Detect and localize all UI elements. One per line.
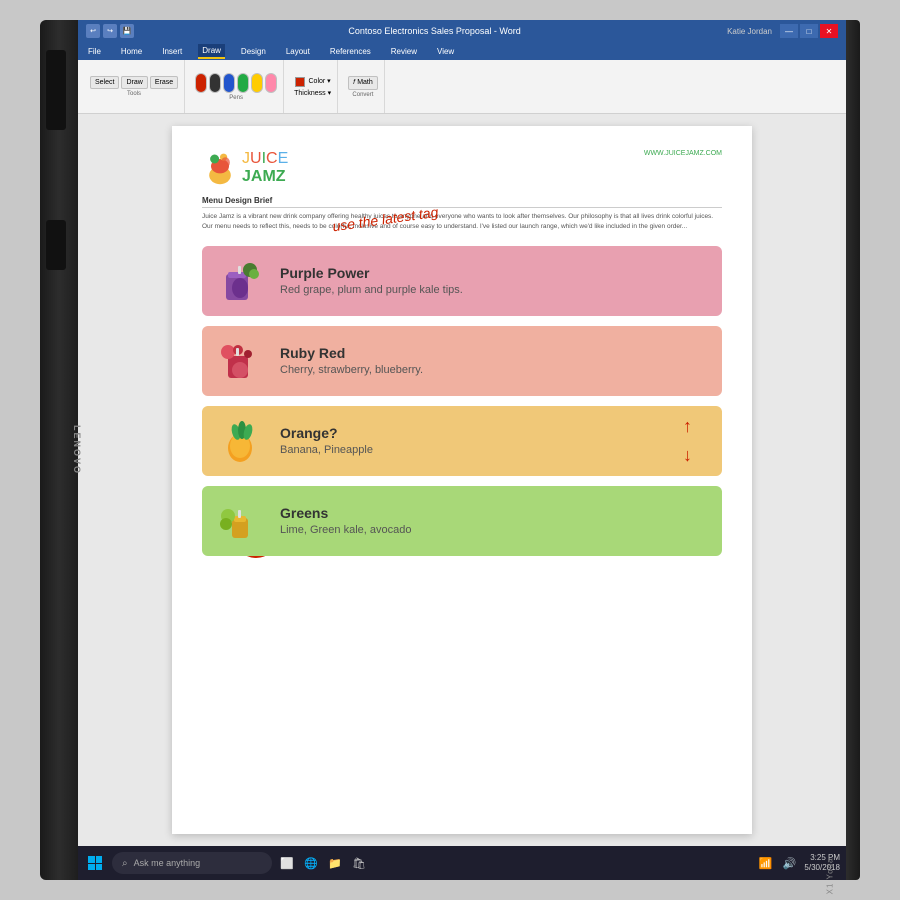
right-bezel xyxy=(846,20,860,880)
ink-to-math[interactable]: 𝑓 Math xyxy=(348,76,378,90)
tools-label: Tools xyxy=(127,91,141,97)
black-pen[interactable] xyxy=(209,73,221,93)
user-name: Katie Jordan xyxy=(727,27,772,36)
search-text: Ask me anything xyxy=(134,858,201,868)
redo-icon[interactable]: ↪ xyxy=(103,24,117,38)
undo-icon[interactable]: ↩ xyxy=(86,24,100,38)
tab-design[interactable]: Design xyxy=(237,45,270,58)
orange-desc: Banana, Pineapple xyxy=(280,444,708,456)
tab-review[interactable]: Review xyxy=(387,45,421,58)
title-bar: ↩ ↪ 💾 Contoso Electronics Sales Proposal… xyxy=(78,20,846,42)
greens-icon xyxy=(216,496,266,546)
purple-power-icon xyxy=(216,256,266,306)
thickness-label: Thickness ▾ xyxy=(294,89,331,97)
logo-area: JUICE JAMZ WWW.JUICEJAMZ.COM xyxy=(202,150,722,186)
green-pen[interactable] xyxy=(237,73,249,93)
tab-layout[interactable]: Layout xyxy=(282,45,314,58)
file-explorer-icon[interactable]: 📁 xyxy=(326,854,344,872)
select-tool[interactable]: Select xyxy=(90,76,119,89)
greens-content: Greens Lime, Green kale, avocado xyxy=(280,505,708,536)
close-button[interactable]: ✕ xyxy=(820,24,838,38)
screen-content: ↩ ↪ 💾 Contoso Electronics Sales Proposal… xyxy=(78,20,846,880)
volume-icon[interactable]: 🔊 xyxy=(780,854,798,872)
menu-item-orange: Orange? Banana, Pineapple ↑ ↓ xyxy=(202,406,722,476)
start-button[interactable] xyxy=(84,852,106,874)
menu-item-greens: Greens Lime, Green kale, avocado xyxy=(202,486,722,556)
menu-items-list: Purple Power Red grape, plum and purple … xyxy=(202,246,722,556)
search-bar[interactable]: ⌕ Ask me anything xyxy=(112,852,272,874)
logo-jamz: JAMZ xyxy=(242,168,288,186)
logo-text: JUICE JAMZ xyxy=(242,150,288,186)
system-time: 3:25 PM 5/30/2018 xyxy=(804,853,840,874)
ruby-red-desc: Cherry, strawberry, blueberry. xyxy=(280,364,708,376)
brief-title: Menu Design Brief xyxy=(202,196,722,208)
tools-group: Select Draw Erase Tools xyxy=(84,60,185,113)
minimize-button[interactable]: — xyxy=(780,24,798,38)
brand-label: LENOVO xyxy=(72,425,82,475)
tab-draw[interactable]: Draw xyxy=(198,44,225,59)
brief-body: Juice Jamz is a vibrant new drink compan… xyxy=(202,212,722,232)
pens-label: Pens xyxy=(229,95,243,101)
orange-title: Orange? xyxy=(280,425,708,441)
clock-date: 5/30/2018 xyxy=(804,863,840,873)
color-group: Color ▾ Thickness ▾ xyxy=(288,60,338,113)
model-label: X1 Yoga xyxy=(826,858,835,895)
ribbon-tabs: File Home Insert Draw Design Layout Refe… xyxy=(78,42,846,60)
convert-label: Convert xyxy=(352,92,373,98)
document-area[interactable]: JUICE JAMZ WWW.JUICEJAMZ.COM use the lat… xyxy=(78,114,846,846)
document-page: JUICE JAMZ WWW.JUICEJAMZ.COM use the lat… xyxy=(172,126,752,834)
red-pen[interactable] xyxy=(195,73,207,93)
purple-power-title: Purple Power xyxy=(280,265,708,281)
erase-tool[interactable]: Erase xyxy=(150,76,178,89)
store-icon[interactable]: 🛍 xyxy=(350,854,368,872)
purple-power-desc: Red grape, plum and purple kale tips. xyxy=(280,284,708,296)
pens-group: Pens xyxy=(189,60,284,113)
win-q1 xyxy=(88,856,95,863)
tab-view[interactable]: View xyxy=(433,45,458,58)
purple-power-content: Purple Power Red grape, plum and purple … xyxy=(280,265,708,296)
clock-time: 3:25 PM xyxy=(804,853,840,863)
taskbar: ⌕ Ask me anything ⬜ 🌐 📁 🛍 📶 🔊 3:25 PM 5/… xyxy=(78,846,846,880)
website-url: WWW.JUICEJAMZ.COM xyxy=(644,150,722,157)
windows-logo xyxy=(88,856,102,870)
greens-desc: Lime, Green kale, avocado xyxy=(280,524,708,536)
color-red[interactable] xyxy=(295,77,305,87)
task-view-icon[interactable]: ⬜ xyxy=(278,854,296,872)
orange-content: Orange? Banana, Pineapple xyxy=(280,425,708,456)
left-bezel: LENOVO xyxy=(40,20,78,880)
search-icon: ⌕ xyxy=(122,858,128,869)
pink-pen[interactable] xyxy=(265,73,277,93)
ruby-red-content: Ruby Red Cherry, strawberry, blueberry. xyxy=(280,345,708,376)
menu-item-ruby-red: Ruby Red Cherry, strawberry, blueberry. xyxy=(202,326,722,396)
win-q2 xyxy=(96,856,103,863)
draw-tool[interactable]: Draw xyxy=(121,76,147,89)
logo: JUICE JAMZ xyxy=(202,150,288,186)
blue-pen[interactable] xyxy=(223,73,235,93)
tab-home[interactable]: Home xyxy=(117,45,146,58)
tab-file[interactable]: File xyxy=(84,45,105,58)
color-label: Color ▾ xyxy=(309,77,331,87)
convert-group: 𝑓 Math Convert xyxy=(342,60,385,113)
ruby-red-icon xyxy=(216,336,266,386)
ribbon-toolbar: Select Draw Erase Tools Pen xyxy=(78,60,846,114)
save-icon[interactable]: 💾 xyxy=(120,24,134,38)
yellow-pen[interactable] xyxy=(251,73,263,93)
menu-item-purple-power: Purple Power Red grape, plum and purple … xyxy=(202,246,722,316)
network-icon[interactable]: 📶 xyxy=(756,854,774,872)
maximize-button[interactable]: □ xyxy=(800,24,818,38)
tab-insert[interactable]: Insert xyxy=(158,45,186,58)
logo-icon xyxy=(202,150,238,186)
screen: ↩ ↪ 💾 Contoso Electronics Sales Proposal… xyxy=(78,20,846,880)
edge-icon[interactable]: 🌐 xyxy=(302,854,320,872)
window-controls: — □ ✕ xyxy=(780,24,838,38)
title-text: Contoso Electronics Sales Proposal - Wor… xyxy=(142,26,727,36)
tab-references[interactable]: References xyxy=(326,45,375,58)
win-q3 xyxy=(88,864,95,871)
title-bar-icons: ↩ ↪ 💾 xyxy=(86,24,134,38)
laptop: LENOVO ↩ ↪ 💾 Contoso Electronics Sales P… xyxy=(40,20,860,880)
win-q4 xyxy=(96,864,103,871)
ruby-red-title: Ruby Red xyxy=(280,345,708,361)
greens-title: Greens xyxy=(280,505,708,521)
orange-icon xyxy=(216,416,266,466)
